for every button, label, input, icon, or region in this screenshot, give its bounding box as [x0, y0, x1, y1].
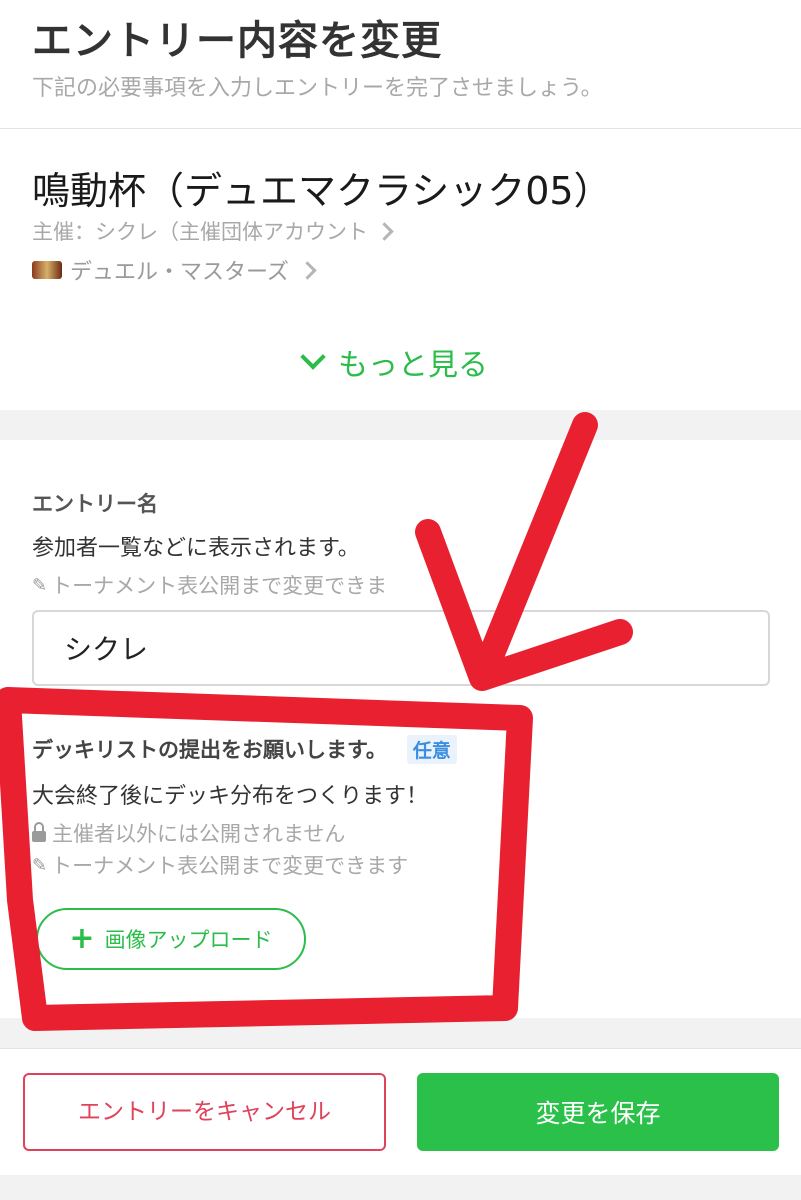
organizer-link[interactable]: 主催：シクレ（主催団体アカウント: [32, 216, 394, 246]
privacy-note-text: 主催者以外には公開されません: [52, 822, 346, 846]
chevron-down-icon: [300, 344, 326, 370]
cancel-entry-button[interactable]: エントリーをキャンセル: [23, 1073, 386, 1151]
chevron-right-icon: [298, 260, 317, 280]
optional-badge: 任意: [406, 734, 457, 764]
deck-list-label-text: デッキリストの提出をお願いします。: [32, 738, 387, 762]
pencil-icon: ✎: [32, 854, 48, 876]
page-title: エントリー内容を変更: [32, 18, 442, 64]
pencil-icon: ✎: [32, 574, 48, 596]
image-upload-button[interactable]: + 画像アップロード: [36, 908, 306, 970]
divider: [0, 128, 801, 129]
show-more-button[interactable]: もっと見る: [300, 340, 488, 384]
edit-note: ✎ トーナメント表公開まで変更できます: [32, 850, 408, 880]
image-upload-label: 画像アップロード: [104, 928, 273, 952]
bottom-bar: [0, 1175, 801, 1200]
deck-list-label: デッキリストの提出をお願いします。 任意: [32, 734, 457, 764]
save-changes-button[interactable]: 変更を保存: [417, 1073, 779, 1151]
entry-name-input[interactable]: [32, 610, 770, 686]
page-subtitle: 下記の必要事項を入力しエントリーを完了させましょう。: [32, 76, 603, 101]
chevron-right-icon: [375, 221, 394, 241]
game-link[interactable]: デュエル・マスターズ: [32, 254, 317, 286]
show-more-label: もっと見る: [338, 348, 488, 383]
organizer-label: 主催：シクレ（主催団体アカウント: [32, 220, 368, 244]
section-separator: [0, 1018, 801, 1048]
game-logo: [32, 261, 62, 279]
divider: [0, 1048, 801, 1049]
lock-icon: [32, 821, 46, 842]
game-label: デュエル・マスターズ: [70, 260, 289, 285]
entry-name-note-text: トーナメント表公開まで変更できま: [51, 574, 388, 598]
section-separator: [0, 410, 801, 440]
event-name: 鳴動杯（デュエマクラシック05）: [32, 169, 612, 213]
entry-name-description: 参加者一覧などに表示されます。: [32, 536, 360, 561]
plus-icon: +: [69, 921, 95, 956]
deck-list-description: 大会終了後にデッキ分布をつくります！: [32, 784, 429, 809]
privacy-note: 主催者以外には公開されません: [32, 818, 345, 848]
edit-note-text: トーナメント表公開まで変更できます: [51, 854, 409, 878]
entry-name-label: エントリー名: [32, 492, 158, 516]
entry-name-note: ✎ トーナメント表公開まで変更できま: [32, 570, 387, 600]
